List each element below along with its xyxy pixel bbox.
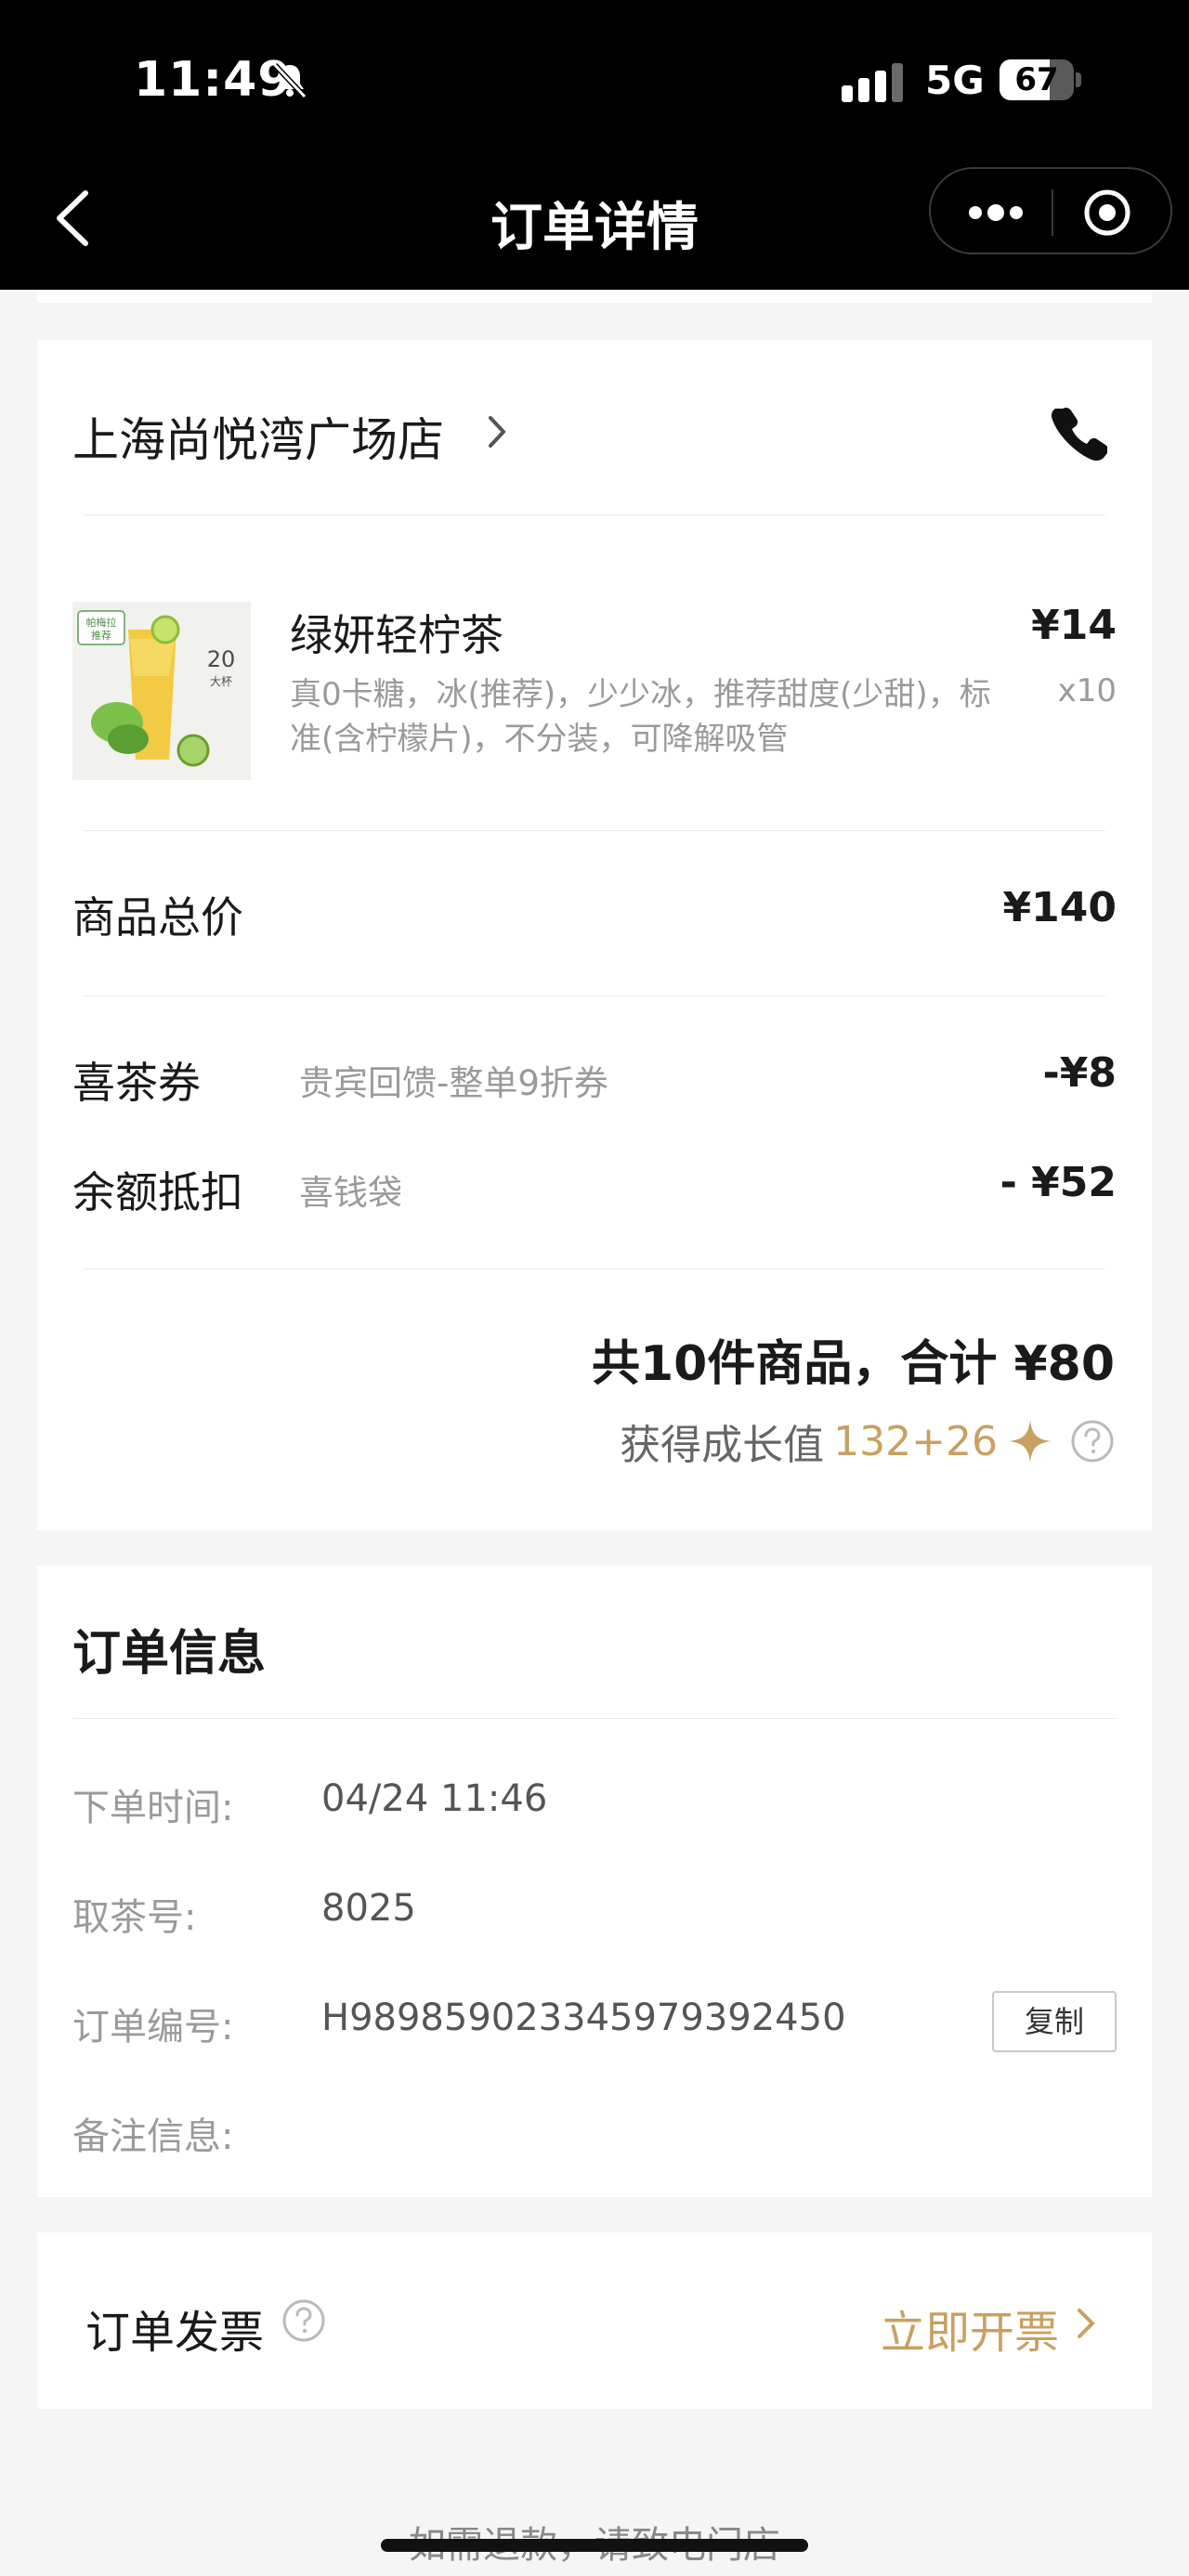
order-info-card: 订单信息 下单时间: 04/24 11:46 取茶号: 8025 订单编号: H… — [37, 1566, 1152, 2197]
previous-card-edge — [37, 290, 1152, 303]
issue-invoice-button[interactable]: 立即开票 — [881, 2296, 1059, 2361]
chevron-right-icon[interactable] — [483, 410, 511, 453]
home-indicator[interactable] — [381, 2539, 808, 2552]
mini-program-capsule — [929, 167, 1172, 254]
coupon-desc: 贵宾回馈-整单9折券 — [299, 1063, 608, 1103]
svg-text:20: 20 — [207, 646, 236, 672]
more-dots-icon[interactable] — [959, 189, 1033, 236]
svg-text:大杯: 大杯 — [210, 675, 232, 688]
order-info-title: 订单信息 — [72, 1626, 267, 1682]
network-type: 5G — [925, 58, 985, 103]
battery-level: 67 — [1014, 61, 1059, 98]
page-title: 订单详情 — [490, 198, 699, 258]
battery-icon: 67 — [1000, 59, 1081, 100]
growth-points: 获得成长值 132+26 — [620, 1413, 1115, 1469]
svg-text:帕梅拉: 帕梅拉 — [86, 616, 117, 629]
order-number-label: 订单编号: — [72, 2006, 234, 2049]
store-name[interactable]: 上海尚悦湾广场店 — [72, 403, 444, 470]
product-specs: 真0卡糖，冰(推荐)，少少冰，推荐甜度(少甜)，标准(含柠檬片)，不分装，可降解… — [290, 676, 991, 758]
coupon-label: 喜茶券 — [72, 1058, 201, 1108]
sparkle-icon — [1009, 1420, 1052, 1463]
balance-label: 余额抵扣 — [72, 1167, 243, 1217]
growth-value: 132+26 — [833, 1417, 998, 1465]
help-circle-icon[interactable] — [281, 2297, 327, 2344]
pickup-number: 8025 — [321, 1887, 416, 1930]
target-icon[interactable] — [1079, 188, 1135, 238]
product-quantity: x10 — [1057, 672, 1117, 709]
product-price: ¥14 — [1031, 602, 1117, 649]
invoice-card[interactable]: 订单发票 立即开票 — [37, 2232, 1152, 2409]
invoice-label: 订单发票 — [85, 2307, 265, 2359]
order-summary-card: 上海尚悦湾广场店 帕梅拉 推荐 20 大杯 绿妍轻柠茶 真0卡糖，冰(推荐)，少… — [37, 340, 1152, 1530]
back-arrow-icon[interactable] — [48, 186, 104, 251]
coupon-value: -¥8 — [1042, 1049, 1117, 1097]
top-bar: 11:49 5G 67 订单详情 — [0, 0, 1189, 290]
help-circle-icon[interactable] — [1070, 1419, 1115, 1464]
balance-desc: 喜钱袋 — [299, 1173, 402, 1213]
svg-text:推荐: 推荐 — [91, 629, 111, 642]
status-time: 11:49 — [134, 52, 293, 108]
copy-button[interactable]: 复制 — [992, 1991, 1117, 2052]
pickup-label: 取茶号: — [72, 1896, 197, 1939]
order-total: 共10件商品，合计 ¥80 — [591, 1336, 1115, 1392]
bell-slash-icon — [272, 62, 307, 99]
goods-total-value: ¥140 — [1002, 884, 1117, 931]
signal-icon — [842, 63, 903, 102]
order-time-label: 下单时间: — [72, 1787, 234, 1829]
note-label: 备注信息: — [72, 2115, 234, 2158]
chevron-right-icon[interactable] — [1074, 2305, 1098, 2342]
product-name: 绿妍轻柠茶 — [290, 610, 503, 660]
growth-label: 获得成长值 — [620, 1422, 825, 1469]
balance-value: - ¥52 — [1000, 1159, 1117, 1206]
phone-icon[interactable] — [1050, 403, 1107, 461]
goods-total-label: 商品总价 — [72, 892, 243, 943]
order-number-value: H989859023345979392450 — [321, 1997, 846, 2039]
order-time-value: 04/24 11:46 — [321, 1777, 548, 1820]
product-image: 帕梅拉 推荐 20 大杯 — [72, 602, 251, 780]
